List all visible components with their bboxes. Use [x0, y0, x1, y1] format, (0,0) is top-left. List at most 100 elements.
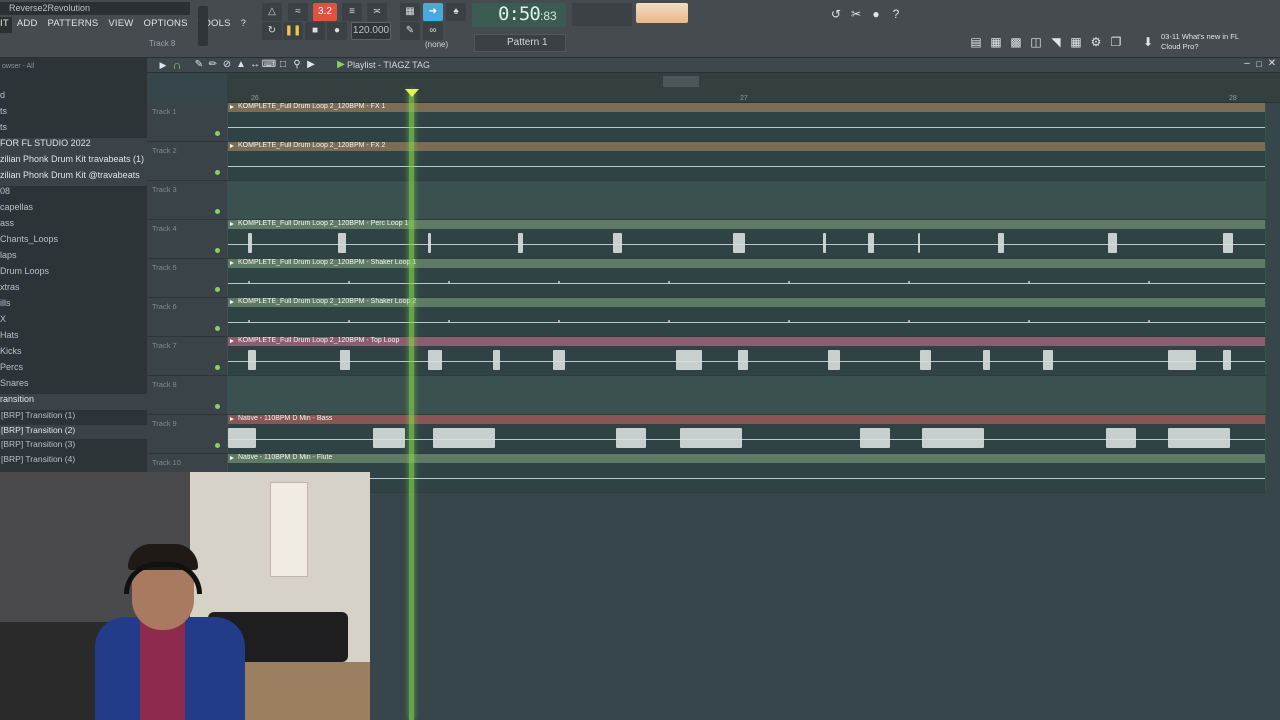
browser-item[interactable]: ts [0, 106, 147, 122]
track-enable-led[interactable] [215, 326, 220, 331]
menu-patterns[interactable]: PATTERNS [43, 17, 104, 33]
playlist-icon[interactable]: ▤ [968, 34, 984, 50]
menu-view[interactable]: VIEW [103, 17, 138, 33]
browser-item[interactable]: ills [0, 298, 147, 314]
track-enable-led[interactable] [215, 248, 220, 253]
track-enable-led[interactable] [215, 365, 220, 370]
cut-icon[interactable]: ✂ [848, 6, 864, 22]
wait-icon[interactable]: ≈ [288, 3, 308, 21]
track-enable-led[interactable] [215, 287, 220, 292]
browser-item[interactable]: Kicks [0, 346, 147, 362]
blend-icon[interactable]: ≍ [367, 3, 387, 21]
browser-item[interactable]: 08 [0, 186, 147, 202]
help-icon[interactable]: ? [888, 6, 904, 22]
pin-icon[interactable]: ❐ [1108, 34, 1124, 50]
browser-item[interactable]: xtras [0, 282, 147, 298]
piano-roll-icon[interactable]: ▦ [988, 34, 1004, 50]
playhead-marker[interactable] [405, 89, 419, 97]
browser-item[interactable]: ass [0, 218, 147, 234]
pattern-selector[interactable]: (none) [425, 40, 448, 49]
track-lane[interactable]: KOMPLETE_Full Drum Loop 2_120BPM - Shake… [227, 259, 1266, 298]
audio-clip[interactable]: KOMPLETE_Full Drum Loop 2_120BPM - Top L… [228, 337, 1265, 375]
track-header[interactable]: Track 8 [147, 376, 227, 415]
tempo-field[interactable]: 120.000 [351, 22, 391, 40]
pause-icon[interactable]: ❚❚ [283, 22, 303, 40]
track-header[interactable]: Track 1 [147, 103, 227, 142]
magnet-icon[interactable]: ∩ [169, 57, 185, 73]
playback-tool-icon[interactable]: ▶ [303, 57, 319, 73]
track-header[interactable]: Track 7 [147, 337, 227, 376]
audio-clip[interactable]: KOMPLETE_Full Drum Loop 2_120BPM - FX 1 [228, 103, 1265, 141]
browser-item[interactable]: Chants_Loops [0, 234, 147, 250]
track-lane[interactable]: KOMPLETE_Full Drum Loop 2_120BPM - FX 2 [227, 142, 1266, 181]
timeline-ruler[interactable] [227, 73, 1280, 103]
browser-item[interactable]: Percs [0, 362, 147, 378]
track-lane[interactable] [227, 181, 1266, 220]
audio-clip[interactable]: Native - 110BPM D Min - Bass [228, 415, 1265, 453]
keyboard-icon[interactable]: ▦ [400, 3, 420, 21]
metronome-icon[interactable]: △ [262, 3, 282, 21]
browser-subitem[interactable]: [BRP] Transition (4) [0, 454, 147, 469]
scrollbar-thumb[interactable] [663, 76, 699, 87]
mic-icon[interactable]: ● [868, 6, 884, 22]
bell-icon[interactable]: ♠ [446, 3, 466, 21]
track-lane[interactable]: KOMPLETE_Full Drum Loop 2_120BPM - Shake… [227, 298, 1266, 337]
record-icon[interactable]: ● [327, 22, 347, 40]
browser-item[interactable]: X [0, 314, 147, 330]
menu-add[interactable]: ADD [12, 17, 43, 33]
loop-icon[interactable]: ↻ [262, 22, 282, 40]
pattern-button[interactable]: Pattern 1 [474, 34, 566, 52]
browser-item[interactable]: capellas [0, 202, 147, 218]
track-enable-led[interactable] [215, 443, 220, 448]
browser-item[interactable]: Snares [0, 378, 147, 394]
audio-clip[interactable]: Native - 110BPM D Min - Flute [228, 454, 1265, 492]
track-lane[interactable]: KOMPLETE_Full Drum Loop 2_120BPM - Perc … [227, 220, 1266, 259]
track-lane[interactable]: Native - 110BPM D Min - Bass [227, 415, 1266, 454]
browser-subitem[interactable]: [BRP] Transition (2) [0, 424, 147, 440]
browser-subitem[interactable]: [BRP] Transition (3) [0, 439, 147, 454]
browser-icon[interactable]: ◥ [1048, 34, 1064, 50]
track-enable-led[interactable] [215, 209, 220, 214]
track-enable-led[interactable] [215, 170, 220, 175]
plugin-icon[interactable]: ▦ [1068, 34, 1084, 50]
undo-icon[interactable]: ↺ [828, 6, 844, 22]
news-panel[interactable]: 03-11 What's new in FL Cloud Pro? [1161, 32, 1239, 52]
download-icon[interactable]: ⬇ [1140, 34, 1156, 50]
browser-item[interactable]: zilian Phonk Drum Kit @travabeats [0, 170, 147, 186]
browser-item[interactable]: ts [0, 122, 147, 138]
browser-item[interactable]: zilian Phonk Drum Kit travabeats (1) [0, 154, 147, 170]
master-volume-slider[interactable] [198, 6, 208, 46]
track-header[interactable]: Track 3 [147, 181, 227, 220]
track-header[interactable]: Track 6 [147, 298, 227, 337]
track-lane[interactable] [227, 376, 1266, 415]
stop-icon[interactable]: ■ [305, 22, 325, 40]
step-edit-icon[interactable]: ≡ [342, 3, 362, 21]
track-enable-led[interactable] [215, 404, 220, 409]
browser-subitem[interactable]: [BRP] Transition (1) [0, 410, 147, 425]
pencil-icon[interactable]: ✎ [400, 22, 420, 40]
track-enable-led[interactable] [215, 131, 220, 136]
track-lane[interactable]: KOMPLETE_Full Drum Loop 2_120BPM - Top L… [227, 337, 1266, 376]
link-icon[interactable]: ∞ [423, 22, 443, 40]
playhead[interactable] [409, 90, 414, 720]
track-header[interactable]: Track 5 [147, 259, 227, 298]
track-header[interactable]: Track 9 [147, 415, 227, 454]
menu-options[interactable]: OPTIONS [138, 17, 192, 33]
audio-clip[interactable]: KOMPLETE_Full Drum Loop 2_120BPM - Shake… [228, 298, 1265, 336]
tools-icon[interactable]: ⚙ [1088, 34, 1104, 50]
arrow-icon[interactable]: ➜ [423, 3, 443, 21]
track-header[interactable]: Track 4 [147, 220, 227, 259]
track-lane[interactable]: Native - 110BPM D Min - Flute [227, 454, 1266, 493]
audio-clip[interactable]: KOMPLETE_Full Drum Loop 2_120BPM - Shake… [228, 259, 1265, 297]
audio-clip[interactable]: KOMPLETE_Full Drum Loop 2_120BPM - FX 2 [228, 142, 1265, 180]
menu-help[interactable]: ? [236, 17, 251, 33]
track-header[interactable]: Track 2 [147, 142, 227, 181]
browser-item[interactable]: ransition [0, 394, 147, 410]
browser-item[interactable]: FOR FL STUDIO 2022 [0, 138, 147, 154]
audio-clip[interactable]: KOMPLETE_Full Drum Loop 2_120BPM - Perc … [228, 220, 1265, 258]
counter-display[interactable]: 3.2 [313, 3, 337, 21]
channel-rack-icon[interactable]: ▩ [1008, 34, 1024, 50]
close-icon[interactable]: ✕ [1264, 56, 1280, 72]
menu-file[interactable]: IT [0, 17, 12, 33]
browser-item[interactable]: d [0, 90, 147, 106]
